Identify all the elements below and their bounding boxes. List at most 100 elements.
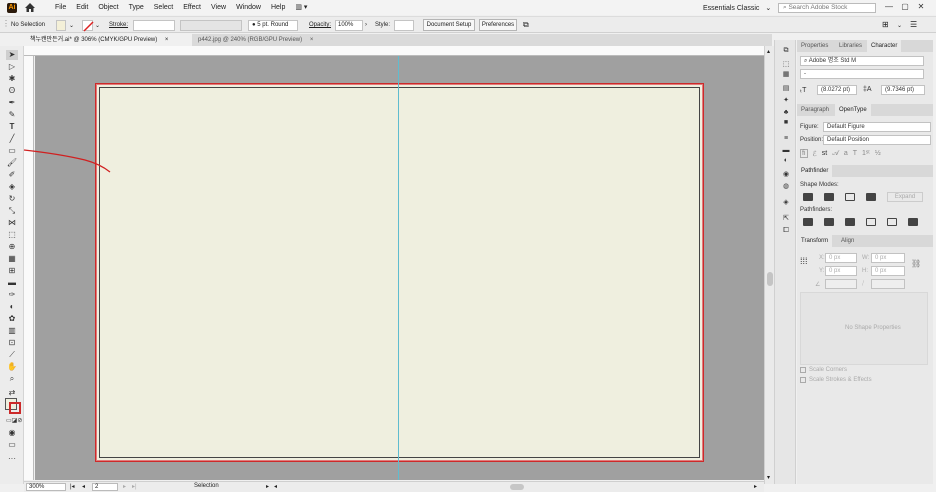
width-tool-icon[interactable]: ⋈	[6, 218, 18, 228]
menu-window[interactable]: Window	[231, 0, 266, 15]
close-icon[interactable]: ×	[310, 37, 314, 43]
last-artboard-icon[interactable]: ▸|	[132, 483, 137, 490]
minus-back-button[interactable]	[908, 218, 918, 226]
opacity-field[interactable]: 100%	[335, 20, 363, 31]
swash-icon[interactable]: 𝒜	[832, 150, 839, 158]
arrange-icon[interactable]: ⊞	[882, 20, 889, 29]
contextual-alternates-icon[interactable]: ℰ	[813, 150, 817, 158]
y-field[interactable]: 0 px	[825, 266, 857, 276]
export-icon[interactable]: ⇱	[781, 214, 791, 223]
magic-wand-tool-icon[interactable]: ✱	[6, 74, 18, 84]
curvature-tool-icon[interactable]: ✎	[6, 110, 18, 120]
discretionary-ligatures-icon[interactable]: st	[822, 150, 827, 157]
preferences-button[interactable]: Preferences	[479, 19, 517, 31]
standard-ligatures-icon[interactable]: ﬁ	[800, 149, 808, 158]
trim-button[interactable]	[824, 218, 834, 226]
tab-document-jpg[interactable]: p442.jpg @ 240% (RGB/GPU Preview) ×	[192, 34, 350, 46]
outline-button[interactable]	[887, 218, 897, 226]
layers-panel-icon[interactable]: ⧉	[781, 46, 791, 55]
status-menu-icon[interactable]: ▸	[266, 483, 269, 490]
select-similar-icon[interactable]: ⧉	[523, 20, 529, 30]
stroke-color-icon[interactable]	[9, 402, 21, 414]
menu-effect[interactable]: Effect	[178, 0, 206, 15]
symbols-panel-icon[interactable]: ♣	[781, 108, 791, 117]
stroke-swatch[interactable]	[82, 20, 94, 32]
color-panel-icon[interactable]: ◍	[781, 182, 791, 191]
menu-help[interactable]: Help	[266, 0, 290, 15]
more-tools-icon[interactable]: ···	[6, 454, 18, 464]
stock-search-input[interactable]: ⌕ Search Adobe Stock	[778, 3, 876, 13]
artboard-number-field[interactable]: 2	[92, 483, 118, 491]
tab-pathfinder[interactable]: Pathfinder	[797, 165, 833, 177]
transform-panel-icon[interactable]: ⬚	[781, 60, 791, 69]
stroke-panel-icon[interactable]: ≡	[781, 134, 791, 143]
tab-libraries[interactable]: Libraries	[835, 40, 866, 52]
constrain-proportions-icon[interactable]: ⛓	[911, 259, 921, 268]
ordinals-icon[interactable]: 1ˢᵗ	[862, 150, 870, 157]
chevron-down-icon[interactable]: ⌄	[95, 22, 100, 29]
opacity-label[interactable]: Opacity:	[309, 22, 331, 28]
appearance-panel-icon[interactable]: ◉	[781, 170, 791, 179]
workspace-switcher[interactable]: Essentials Classic ⌄	[703, 3, 771, 13]
rotate-tool-icon[interactable]: ↻	[6, 194, 18, 204]
blend-tool-icon[interactable]: ◐	[6, 302, 18, 312]
shape-builder-tool-icon[interactable]: ⊕	[6, 242, 18, 252]
scale-corners-option[interactable]: Scale Corners	[800, 367, 847, 373]
maximize-button[interactable]: ▢	[897, 0, 913, 14]
tab-opentype[interactable]: OpenType	[835, 104, 871, 116]
font-style-field[interactable]: -	[800, 69, 924, 79]
rectangle-tool-icon[interactable]: ▭	[6, 146, 18, 156]
exclude-button[interactable]	[866, 193, 876, 201]
arrange-documents-icon[interactable]: ▥ ▾	[290, 0, 312, 15]
scroll-up-icon[interactable]: ▴	[767, 48, 770, 55]
chevron-down-icon[interactable]: ⌄	[897, 22, 902, 29]
x-field[interactable]: 0 px	[825, 253, 857, 263]
merge-button[interactable]	[845, 218, 855, 226]
scale-strokes-checkbox[interactable]	[800, 377, 806, 383]
position-dropdown[interactable]: Default Position	[823, 135, 931, 145]
tab-transform[interactable]: Transform	[797, 235, 833, 247]
scroll-down-icon[interactable]: ▾	[767, 474, 770, 481]
leading-field[interactable]: (9.7346 pt)	[881, 85, 925, 95]
shaper-tool-icon[interactable]: ✐	[6, 170, 18, 180]
document-setup-button[interactable]: Document Setup	[423, 19, 475, 31]
scroll-right-icon[interactable]: ▸	[754, 483, 757, 490]
draw-mode-icon[interactable]: ◉	[6, 428, 18, 438]
menu-type[interactable]: Type	[124, 0, 149, 15]
tab-paragraph[interactable]: Paragraph	[797, 104, 833, 116]
direct-selection-tool-icon[interactable]: ▷	[6, 62, 18, 72]
mesh-tool-icon[interactable]: ⊞	[6, 266, 18, 276]
transparency-panel-icon[interactable]: ◐	[781, 156, 791, 165]
scale-strokes-option[interactable]: Scale Strokes & Effects	[800, 377, 872, 383]
titling-alternates-icon[interactable]: T	[853, 150, 857, 157]
chevron-down-icon[interactable]: ⌄	[69, 22, 74, 29]
shear-field[interactable]	[871, 279, 905, 289]
line-tool-icon[interactable]: ╱	[6, 134, 18, 144]
lasso-tool-icon[interactable]: ʘ	[6, 86, 18, 96]
vertical-ruler[interactable]	[24, 56, 34, 480]
w-field[interactable]: 0 px	[871, 253, 905, 263]
vertical-scrollbar[interactable]: ▴ ▾	[764, 46, 774, 484]
hand-tool-icon[interactable]: ✋	[6, 362, 18, 372]
menu-select[interactable]: Select	[149, 0, 178, 15]
tab-properties[interactable]: Properties	[797, 40, 832, 52]
zoom-tool-icon[interactable]: ⌕	[6, 374, 18, 384]
stroke-weight-field[interactable]	[133, 20, 175, 31]
reference-point-icon[interactable]: ⁞⁞⁞	[800, 256, 808, 266]
variable-width-profile[interactable]	[180, 20, 242, 31]
scale-tool-icon[interactable]: ⤡	[6, 206, 18, 216]
slice-tool-icon[interactable]: ⟋	[6, 350, 18, 360]
scroll-left-icon[interactable]: ◂	[274, 483, 277, 490]
zoom-field[interactable]: 300%	[26, 483, 66, 491]
scale-corners-checkbox[interactable]	[800, 367, 806, 373]
type-tool-icon[interactable]: T	[6, 122, 18, 132]
vertical-guide[interactable]	[398, 56, 399, 480]
menu-edit[interactable]: Edit	[71, 0, 93, 15]
stroke-label[interactable]: Stroke:	[109, 22, 128, 28]
perspective-grid-tool-icon[interactable]: ▦	[6, 254, 18, 264]
screen-mode-icon[interactable]: ▭	[6, 440, 18, 450]
column-graph-tool-icon[interactable]: ▥	[6, 326, 18, 336]
color-mode-icon[interactable]: ▭◪⊘	[6, 416, 22, 426]
graphic-styles-icon[interactable]: ■	[781, 118, 791, 127]
artboard-tool-icon[interactable]: ⊡	[6, 338, 18, 348]
